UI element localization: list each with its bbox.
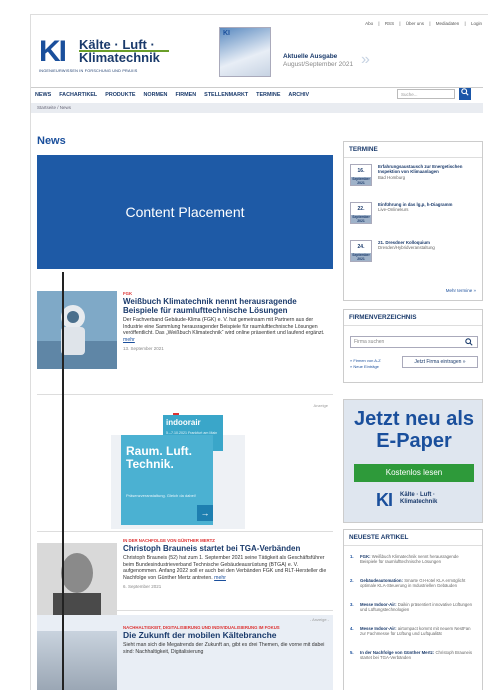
sponsored-title[interactable]: Die Zukunft der mobilen Kältebranche	[123, 631, 327, 640]
page: Abo | RSS | Über uns | Mediadaten | Logi…	[30, 14, 488, 690]
nav-normen[interactable]: NORMEN	[139, 92, 171, 98]
epaper-title: Jetzt neu als E-Paper	[353, 408, 475, 452]
read-more-link[interactable]: mehr	[214, 575, 226, 581]
ad-headline: Raum. Luft. Technik.	[126, 444, 192, 471]
search-icon	[465, 338, 473, 346]
search-icon	[461, 88, 469, 96]
top-link-mediadaten[interactable]: Mediadaten	[436, 21, 460, 26]
epaper-logo: KI Kälte · Luft · Klimatechnik	[376, 490, 456, 514]
nav-termine[interactable]: TERMINE	[252, 92, 284, 98]
event-date: 22. September 2021	[350, 202, 372, 224]
search-input[interactable]: Suche...	[397, 89, 455, 99]
nav-fachartikel[interactable]: FACHARTIKEL	[55, 92, 101, 98]
firmen-heading: FIRMENVERZEICHNIS	[344, 310, 482, 326]
event-title: Einführung in das lg,p, h-Diagramm Live-O…	[378, 202, 453, 213]
article-kicker: FGK	[123, 291, 133, 296]
article-body: FGK Weißbuch Klimatechnik nennt herausra…	[123, 291, 331, 351]
nav-archiv[interactable]: ARCHIV	[284, 92, 313, 98]
site-logo[interactable]: KI Kälte · Luft · Klimatechnik INGENIEUR…	[39, 35, 199, 75]
cover-title: KI	[223, 30, 230, 37]
event-date: 16. September 2021	[350, 164, 372, 186]
termine-box: TERMINE 16. September 2021 Erfahrungsaust…	[343, 141, 483, 301]
firmenverzeichnis-box: FIRMENVERZEICHNIS Firma suchen » Firmen …	[343, 309, 483, 383]
logo-ki: KI	[39, 35, 67, 68]
newest-articles-box: NEUESTE ARTIKEL 1. FGK: Weißbuch Klimate…	[343, 529, 483, 690]
read-more-link[interactable]: mehr	[123, 337, 135, 343]
ad-banner-indoorair[interactable]: indoorair 5.–7.10.2021 Frankfurt am Main…	[111, 409, 245, 529]
event-title: 21. Dresdner Kolloquium Dresden/Hybridver…	[378, 240, 435, 251]
event-item[interactable]: 22. September 2021 Einführung in das lg,p…	[350, 202, 476, 228]
content-placement-banner[interactable]: Content Placement	[37, 155, 333, 269]
logo-line2: Klimatechnik	[79, 50, 160, 65]
nav-produkte[interactable]: PRODUKTE	[101, 92, 139, 98]
nav-news[interactable]: NEWS	[31, 92, 55, 98]
article-date: 6. September 2021	[123, 584, 162, 589]
event-item[interactable]: 16. September 2021 Erfahrungsaustausch zu…	[350, 164, 476, 190]
termine-heading: TERMINE	[344, 142, 482, 158]
top-link-rss[interactable]: RSS	[385, 21, 394, 26]
logo-tagline: INGENIEURWISSEN IN FORSCHUNG UND PRAXIS	[39, 69, 138, 73]
register-company-button[interactable]: Jetzt Firma eintragen »	[402, 356, 478, 368]
article-date: 13. September 2021	[123, 346, 164, 351]
ad-subline: Präsenzveranstaltung. Gleich da dabei!	[126, 493, 196, 498]
nav-firmen[interactable]: FIRMEN	[171, 92, 200, 98]
top-link-about[interactable]: Über uns	[406, 21, 424, 26]
event-date: 24. September 2021	[350, 240, 372, 262]
sponsored-body: NACHHALTIGKEIT, DIGITALISIERUNG UND INDI…	[123, 625, 327, 655]
article-teaser: Der Fachverband Gebäude-Klima (FGK) e. V…	[123, 317, 325, 343]
nav-stellenmarkt[interactable]: STELLENMARKT	[200, 92, 252, 98]
epaper-logo-text: Kälte · Luft · Klimatechnik	[400, 492, 438, 505]
event-item[interactable]: 24. September 2021 21. Dresdner Kolloquiu…	[350, 240, 476, 266]
event-title: Erfahrungsaustausch zur Energetischen In…	[378, 164, 463, 180]
sponsored-article[interactable]: - Anzeige - NACHHALTIGKEIT, DIGITALISIER…	[37, 615, 333, 690]
current-issue-cover[interactable]: KI	[219, 27, 271, 77]
sponsored-image	[37, 631, 117, 690]
read-free-button[interactable]: Kostenlos lesen	[354, 464, 474, 482]
more-events-link[interactable]: Mehr termine »	[446, 288, 476, 293]
company-search-input[interactable]: Firma suchen	[350, 336, 478, 348]
ad-label: - Anzeige -	[309, 617, 329, 622]
news-article: IN DER NACHFOLGE VON GÜNTHER MERTZ Chris…	[37, 531, 333, 615]
news-article: FGK Weißbuch Klimatechnik nennt herausra…	[37, 291, 333, 395]
newest-heading: NEUESTE ARTIKEL	[344, 530, 482, 546]
arrow-right-icon[interactable]: →	[197, 505, 213, 521]
top-link-abo[interactable]: Abo	[365, 21, 373, 26]
link-new-entries[interactable]: » Neue Einträge	[350, 364, 381, 370]
article-title[interactable]: Christoph Brauneis startet bei TGA-Verbä…	[123, 544, 331, 553]
sponsored-teaser: Sieht man sich die Megatrends der Zukunf…	[123, 642, 325, 655]
article-image-portrait[interactable]	[37, 540, 117, 618]
article-image-astronaut[interactable]	[37, 291, 117, 369]
chevron-right-icon[interactable]: »	[361, 51, 370, 69]
top-links: Abo | RSS | Über uns | Mediadaten | Logi…	[365, 21, 482, 26]
page-title: News	[37, 135, 66, 147]
vertical-rule	[62, 272, 64, 690]
issue-label: Aktuelle Ausgabe	[283, 53, 338, 60]
ad-brand-name: indoorair	[166, 418, 201, 427]
issue-date: August/September 2021	[283, 61, 354, 68]
article-title[interactable]: Weißbuch Klimatechnik nennt herausragend…	[123, 297, 331, 315]
top-link-login[interactable]: Login	[471, 21, 482, 26]
epaper-logo-ki: KI	[376, 490, 393, 510]
article-kicker: IN DER NACHFOLGE VON GÜNTHER MERTZ	[123, 538, 215, 543]
current-issue-link[interactable]: Aktuelle Ausgabe August/September 2021	[283, 53, 353, 69]
article-body: IN DER NACHFOLGE VON GÜNTHER MERTZ Chris…	[123, 538, 331, 589]
article-teaser: Christoph Brauneis (52) hat zum 1. Septe…	[123, 555, 327, 581]
breadcrumb[interactable]: Startseite / News	[31, 103, 483, 113]
search-button[interactable]	[459, 88, 471, 100]
epaper-promo[interactable]: Jetzt neu als E-Paper Kostenlos lesen KI…	[343, 399, 483, 523]
ad-panel: Raum. Luft. Technik. Präsenzveranstaltun…	[121, 435, 213, 525]
company-links: » Firmen von A-Z » Neue Einträge	[350, 358, 381, 370]
ad-label: Anzeige	[313, 403, 328, 408]
